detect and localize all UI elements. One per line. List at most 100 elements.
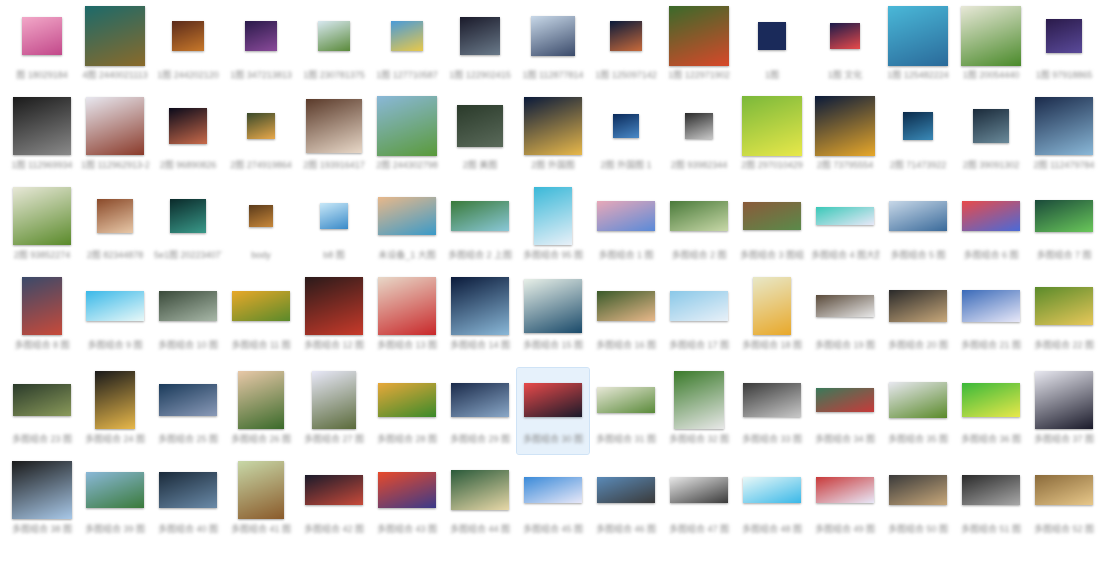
file-item[interactable]: 多图组合 25 图 (152, 368, 224, 454)
file-item[interactable]: 1图 112969934 (6, 94, 78, 180)
file-item[interactable]: 多图组合 8 图 (6, 274, 78, 360)
file-item[interactable]: 1图 文化 (809, 4, 881, 90)
file-item[interactable]: 1图 20054440 (955, 4, 1027, 90)
file-item[interactable]: 2图 82344878 (79, 184, 151, 270)
file-item[interactable]: 多图组合 6 图 (955, 184, 1027, 270)
file-item[interactable]: 2图 71473922 (882, 94, 954, 180)
file-name-label: 多图组合 12 图 (303, 340, 364, 350)
file-item[interactable]: 2图 外国图 (517, 94, 589, 180)
file-item[interactable]: 多图组合 34 图 (809, 368, 881, 454)
file-item[interactable]: 多图组合 2 图 (663, 184, 735, 270)
file-item[interactable]: 多图组合 13 图 (371, 274, 443, 360)
file-item[interactable]: 1图 97918865 (1028, 4, 1099, 90)
file-item[interactable]: 1图 244202120 (152, 4, 224, 90)
file-item[interactable]: 1图 347213813 (225, 4, 297, 90)
file-item[interactable]: 多图组合 21 图 (955, 274, 1027, 360)
image-thumbnail (815, 96, 875, 156)
file-item[interactable]: 多图组合 19 图 (809, 274, 881, 360)
image-thumbnail (170, 199, 206, 233)
file-name-label: 多图组合 18 图 (741, 340, 802, 350)
image-thumbnail (86, 97, 144, 155)
file-item[interactable]: 1图 (736, 4, 808, 90)
file-item[interactable]: 多图组合 24 图 (79, 368, 151, 454)
file-item[interactable]: 多图组合 27 图 (298, 368, 370, 454)
file-item[interactable]: 多图组合 43 图 (371, 458, 443, 544)
file-item[interactable]: 多图组合 36 图 (955, 368, 1027, 454)
file-item[interactable]: 多图组合 10 图 (152, 274, 224, 360)
file-item[interactable]: 多图组合 46 图 (590, 458, 662, 544)
file-item[interactable]: 4图 2440021113 (79, 4, 151, 90)
file-item[interactable]: 多图组合 15 图 (517, 274, 589, 360)
file-item[interactable]: 多图组合 41 图 (225, 458, 297, 544)
file-item[interactable]: 多图组合 9 图 (79, 274, 151, 360)
file-item[interactable]: 多图组合 50 图 (882, 458, 954, 544)
file-item[interactable]: 多图组合 52 图 (1028, 458, 1099, 544)
file-item[interactable]: 1图 122971902 (663, 4, 735, 90)
file-item[interactable]: 多图组合 5 图 (882, 184, 954, 270)
file-item[interactable]: 多图组合 18 图 (736, 274, 808, 360)
file-item[interactable]: 多图组合 32 图 (663, 368, 735, 454)
file-item[interactable]: 多图组合 49 图 (809, 458, 881, 544)
file-item[interactable]: 多图组合 23 图 (6, 368, 78, 454)
file-item[interactable]: 2图 美图 (444, 94, 516, 180)
file-item[interactable]: 多图组合 29 图 (444, 368, 516, 454)
file-item[interactable]: 2图 297010429 (736, 94, 808, 180)
file-item[interactable]: 多图组合 28 图 (371, 368, 443, 454)
file-item[interactable]: 多图组合 39 图 (79, 458, 151, 544)
file-item[interactable]: 多图组合 16 图 (590, 274, 662, 360)
file-item[interactable]: 多图组合 35 图 (882, 368, 954, 454)
file-item[interactable]: 多图组合 44 图 (444, 458, 516, 544)
file-item[interactable]: 多图组合 26 图 (225, 368, 297, 454)
file-item[interactable]: 2图 93852274 (6, 184, 78, 270)
file-item[interactable]: 2图 274919864 (225, 94, 297, 180)
file-item[interactable]: 1图 112877814 (517, 4, 589, 90)
thumbnail-frame (736, 94, 808, 158)
file-item[interactable]: 5e1图 20223407741-2 (152, 184, 224, 270)
file-name-label: 2图 96890826 (159, 160, 217, 170)
file-item[interactable]: 多图组合 22 图 (1028, 274, 1099, 360)
file-item[interactable]: 多图组合 20 图 (882, 274, 954, 360)
file-item[interactable]: 2图 96890826 (152, 94, 224, 180)
file-item[interactable]: 1图 127710587 (371, 4, 443, 90)
file-item[interactable]: 多图组合 7 图 (1028, 184, 1099, 270)
thumbnail-frame (809, 458, 881, 522)
file-item[interactable]: 多图组合 31 图 (590, 368, 662, 454)
file-item[interactable]: 多图组合 2 上图 (444, 184, 516, 270)
file-item[interactable]: 2图 39091302 (955, 94, 1027, 180)
file-item[interactable]: 2图 112479784 (1028, 94, 1099, 180)
file-item[interactable]: 2图 73795554 (809, 94, 881, 180)
file-item[interactable]: 2图 93982344 (663, 94, 735, 180)
file-item[interactable]: 1图 230781375 (298, 4, 370, 90)
file-item[interactable]: 多图组合 11 图 (225, 274, 297, 360)
file-item[interactable]: 多图组合 45 图 (517, 458, 589, 544)
file-name-label: 多图组合 26 图 (230, 434, 291, 444)
file-item[interactable]: 多图组合 37 图 (1028, 368, 1099, 454)
file-item[interactable]: 图 18029184 (6, 4, 78, 90)
file-item[interactable]: 多图组合 40 图 (152, 458, 224, 544)
file-item[interactable]: 1图 112962913-2 (79, 94, 151, 180)
file-item[interactable]: 多图组合 95 图 (517, 184, 589, 270)
file-item[interactable]: 多图组合 1 图 (590, 184, 662, 270)
file-item[interactable]: 多图组合 3 图组 (736, 184, 808, 270)
file-item[interactable]: 1图 125482224 (882, 4, 954, 90)
file-item[interactable]: 多图组合 47 图 (663, 458, 735, 544)
file-item[interactable]: 多图组合 51 图 (955, 458, 1027, 544)
file-item[interactable]: 未设备_1 大图 (371, 184, 443, 270)
file-item[interactable]: 多图组合 4 图大图组 (809, 184, 881, 270)
file-item[interactable]: b8 图 (298, 184, 370, 270)
file-name-label: 多图组合 46 图 (595, 524, 656, 534)
file-item[interactable]: 2图 外国图 1 (590, 94, 662, 180)
file-item[interactable]: 多图组合 48 图 (736, 458, 808, 544)
file-item[interactable]: 2图 193916417 (298, 94, 370, 180)
file-item[interactable]: 多图组合 12 图 (298, 274, 370, 360)
file-item[interactable]: 多图组合 30 图 (516, 367, 590, 455)
file-item[interactable]: 1图 125097142 (590, 4, 662, 90)
file-item[interactable]: 多图组合 38 图 (6, 458, 78, 544)
file-item[interactable]: 多图组合 14 图 (444, 274, 516, 360)
file-item[interactable]: 1图 122902415 (444, 4, 516, 90)
file-item[interactable]: 2图 244302798 (371, 94, 443, 180)
file-item[interactable]: 多图组合 42 图 (298, 458, 370, 544)
file-item[interactable]: 多图组合 33 图 (736, 368, 808, 454)
file-item[interactable]: body (225, 184, 297, 270)
file-item[interactable]: 多图组合 17 图 (663, 274, 735, 360)
